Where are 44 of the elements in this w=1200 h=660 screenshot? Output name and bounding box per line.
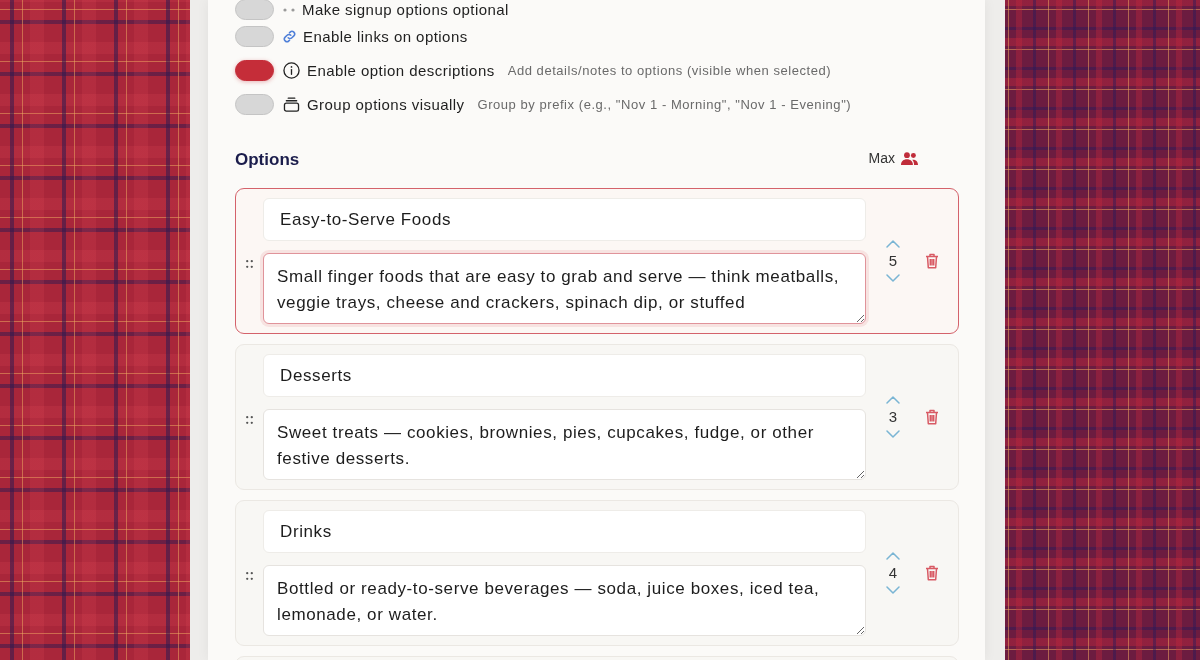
increase-button[interactable] [885, 551, 901, 561]
drag-handle-icon[interactable] [246, 572, 253, 580]
decrease-button[interactable] [885, 273, 901, 283]
toggle-switch[interactable] [235, 59, 274, 81]
setting-label: Make signup options optional [302, 1, 509, 18]
chevron-up-icon [886, 240, 900, 248]
increase-button[interactable] [885, 239, 901, 249]
section-title: Options [235, 150, 300, 170]
toggle-switch[interactable] [235, 0, 274, 20]
option-description-field[interactable]: Sweet treats — cookies, brownies, pies, cupcakes, fudge, or other festive desserts. [263, 409, 866, 480]
setting-label: Enable option descriptions [307, 61, 495, 79]
option-name-field[interactable]: Desserts [263, 354, 866, 397]
trash-icon [925, 253, 939, 269]
max-label: Max [868, 150, 895, 166]
chevron-down-icon [886, 586, 900, 594]
max-count: 3 [888, 408, 898, 426]
drag-handle-icon[interactable] [246, 260, 253, 268]
option-description-field[interactable]: Bottled or ready-to-serve beverages — soda, juice boxes, iced tea, lemonade, or water. [263, 565, 866, 636]
toggle-switch[interactable] [235, 93, 274, 115]
link-icon [283, 29, 296, 43]
decrease-button[interactable] [885, 429, 901, 439]
decrease-button[interactable] [885, 585, 901, 595]
max-count: 4 [888, 564, 898, 582]
option-name-field[interactable]: Easy-to-Serve Foods [263, 198, 866, 241]
option-name-field[interactable]: Drinks [263, 510, 866, 553]
dots-icon [283, 7, 295, 12]
chevron-down-icon [886, 274, 900, 282]
setting-hint: Add details/notes to options (visible when selected) [507, 62, 832, 78]
option-description-field[interactable]: Small finger foods that are easy to grab and serve — think meatballs, veggie trays, cheese and crackers, spinach dip, or stuffed [263, 253, 866, 324]
trash-icon [925, 565, 939, 581]
stack-icon [283, 96, 300, 112]
setting-label: Enable links on options [303, 27, 468, 45]
trash-icon [925, 409, 939, 425]
toggle-switch[interactable] [235, 25, 274, 47]
drag-handle-icon[interactable] [246, 416, 253, 424]
people-icon [901, 151, 918, 165]
setting-hint: Group by prefix (e.g., "Nov 1 - Morning", "Nov 1 - Evening") [477, 96, 852, 112]
increase-button[interactable] [885, 395, 901, 405]
chevron-up-icon [886, 552, 900, 560]
chevron-down-icon [886, 430, 900, 438]
chevron-up-icon [886, 396, 900, 404]
max-count: 5 [888, 252, 898, 270]
setting-label: Group options visually [307, 95, 465, 113]
info-icon [283, 61, 300, 79]
